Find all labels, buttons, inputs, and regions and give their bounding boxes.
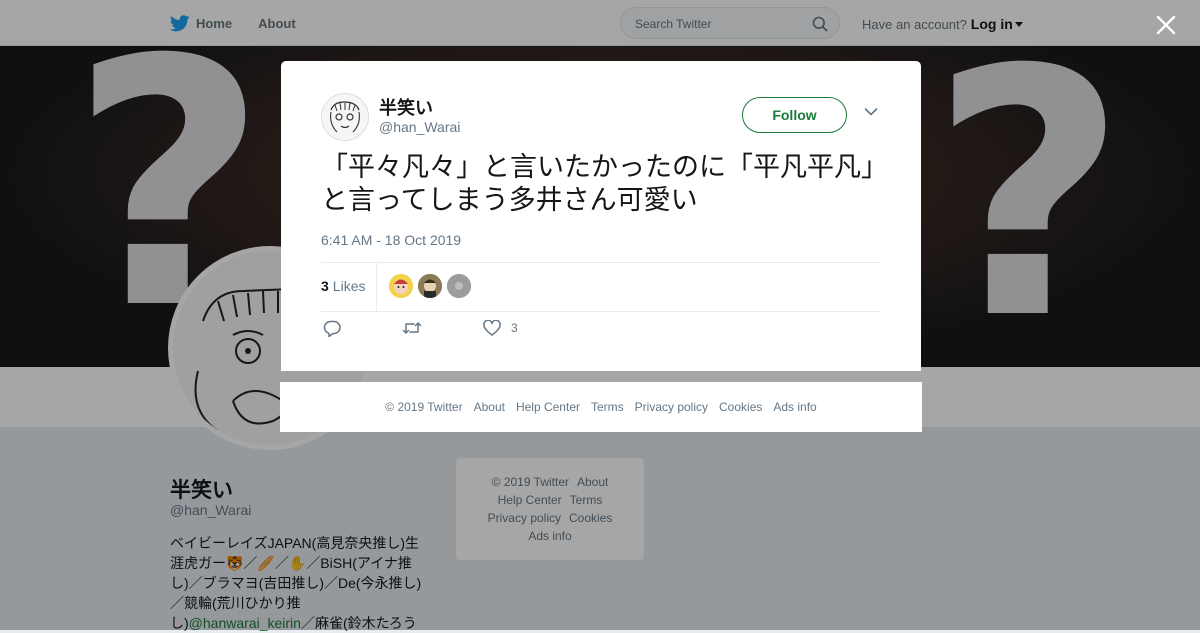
profile-name: 半笑い xyxy=(170,479,233,502)
liker-avatar[interactable] xyxy=(389,274,413,298)
caret-down-icon[interactable] xyxy=(1014,22,1023,27)
banner-question-mark-right: ? xyxy=(930,46,1128,367)
liker-avatar-image xyxy=(418,274,442,298)
tweet-stats: 3 Likes xyxy=(321,262,881,312)
profile-bio: ベイビーレイズJAPAN(高見奈央推し)生涯虎ガー🐯／🥖／✋／BiSH(アイナ推… xyxy=(170,533,428,633)
nav-home-label: Home xyxy=(196,15,233,31)
footer-about-link[interactable]: About xyxy=(474,400,505,414)
footer-ads-link[interactable]: Ads info xyxy=(773,400,816,414)
side-footer: © 2019 Twitter About Help Center Terms Pri… xyxy=(456,458,644,560)
chevron-down-icon[interactable] xyxy=(864,107,878,117)
tweet-author-avatar[interactable] xyxy=(321,93,369,141)
search-input[interactable] xyxy=(633,16,807,32)
likes-label: Likes xyxy=(332,278,366,294)
tweet-author-name[interactable]: 半笑い xyxy=(379,94,433,120)
tweet-modal: 半笑い @han_Warai Follow 「平々凡々」と言いたかったのに「平凡… xyxy=(281,61,921,371)
footer-copyright: © 2019 Twitter xyxy=(385,400,463,414)
retweet-action[interactable] xyxy=(402,320,432,336)
side-footer-terms-link[interactable]: Terms xyxy=(570,493,603,507)
nav-about-label: About xyxy=(258,15,296,31)
profile-handle: @han_Warai xyxy=(170,502,252,518)
side-footer-copyright: © 2019 Twitter xyxy=(491,475,569,489)
liker-avatar[interactable] xyxy=(418,274,442,298)
heart-icon xyxy=(483,320,501,336)
retweet-icon xyxy=(402,322,422,334)
nav-about-link[interactable]: About xyxy=(258,16,296,31)
like-action-count: 3 xyxy=(511,321,518,335)
side-footer-help-link[interactable]: Help Center xyxy=(498,493,562,507)
account-prompt: Have an account? xyxy=(862,16,967,32)
tweet-timestamp[interactable]: 6:41 AM - 18 Oct 2019 xyxy=(321,232,461,248)
profile-bio-tail: ／麻雀(鈴木たろう xyxy=(300,615,417,631)
account-area: Have an account? Log in xyxy=(862,16,1023,32)
close-icon[interactable] xyxy=(1153,12,1179,38)
tweet-actions: 3 xyxy=(321,320,881,342)
nav-left-group: Home About xyxy=(170,0,322,46)
search-box[interactable] xyxy=(620,7,840,39)
footer-cookies-link[interactable]: Cookies xyxy=(719,400,762,414)
like-action[interactable]: 3 xyxy=(483,320,518,336)
follow-button[interactable]: Follow xyxy=(742,97,847,133)
search-icon[interactable] xyxy=(812,16,828,32)
modal-footer: © 2019 Twitter About Help Center Terms P… xyxy=(280,382,922,432)
nav-home-link[interactable]: Home xyxy=(170,14,233,32)
top-navigation: Home About Have an account? Log in xyxy=(0,0,1200,46)
footer-privacy-link[interactable]: Privacy policy xyxy=(635,400,708,414)
side-footer-ads-link[interactable]: Ads info xyxy=(528,529,571,543)
author-avatar-drawing xyxy=(322,94,368,140)
footer-help-link[interactable]: Help Center xyxy=(516,400,580,414)
side-footer-cookies-link[interactable]: Cookies xyxy=(569,511,612,525)
likes-stat[interactable]: 3 Likes xyxy=(321,278,365,294)
side-footer-about-link[interactable]: About xyxy=(577,475,608,489)
reply-icon xyxy=(323,320,341,337)
likes-count: 3 xyxy=(321,278,329,294)
profile-bio-mention-link[interactable]: @hanwarai_keirin xyxy=(189,615,301,631)
stats-divider xyxy=(376,263,377,311)
liker-avatar-image xyxy=(389,274,413,298)
liker-avatar-image xyxy=(447,274,471,298)
twitter-bird-icon xyxy=(170,14,190,31)
reply-action[interactable] xyxy=(323,320,351,337)
tweet-author-handle[interactable]: @han_Warai xyxy=(379,119,460,135)
liker-avatar[interactable] xyxy=(447,274,471,298)
tweet-text: 「平々凡々」と言いたかったのに「平凡平凡」と言ってしまう多井さん可愛い xyxy=(321,152,875,216)
side-footer-privacy-link[interactable]: Privacy policy xyxy=(488,511,561,525)
login-link[interactable]: Log in xyxy=(971,16,1013,32)
footer-terms-link[interactable]: Terms xyxy=(591,400,624,414)
